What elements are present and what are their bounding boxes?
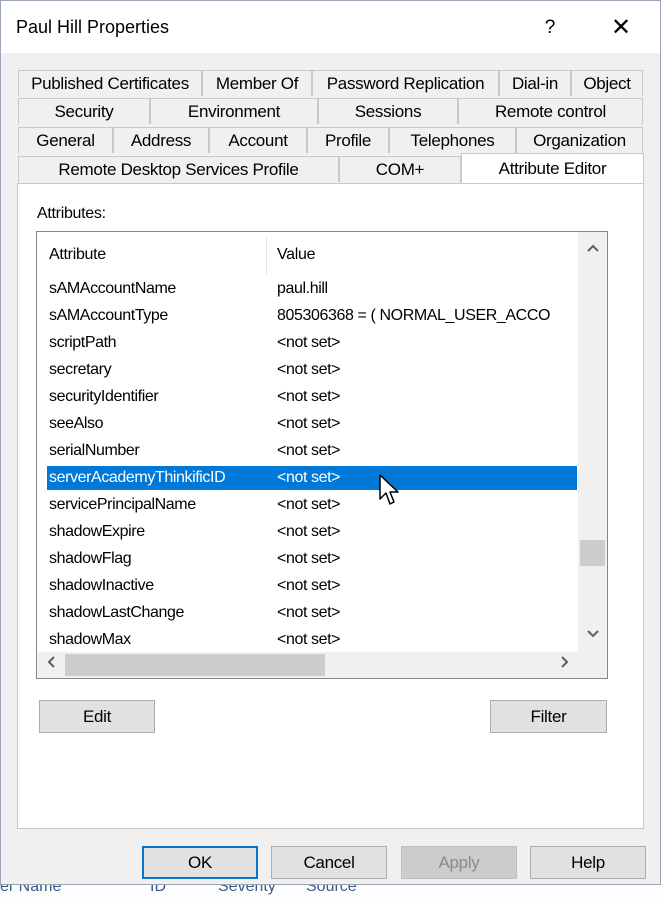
- ok-button[interactable]: OK: [142, 846, 258, 879]
- attribute-row-selected[interactable]: serverAcademyThinkificID <not set>: [47, 466, 577, 490]
- attribute-name: securityIdentifier: [49, 388, 159, 405]
- attribute-row[interactable]: serialNumber <not set>: [47, 439, 577, 463]
- tab-object[interactable]: Object: [571, 70, 643, 96]
- attribute-name: shadowFlag: [49, 550, 132, 567]
- close-icon[interactable]: ✕: [601, 11, 641, 45]
- tab-sessions[interactable]: Sessions: [318, 98, 458, 124]
- attribute-name: sAMAccountName: [49, 280, 176, 297]
- attribute-row[interactable]: shadowInactive <not set>: [47, 574, 577, 598]
- tab-password-replication[interactable]: Password Replication: [312, 70, 499, 96]
- attribute-name: serverAcademyThinkificID: [49, 469, 226, 486]
- attributes-label: Attributes:: [37, 205, 106, 222]
- horizontal-scrollbar[interactable]: [37, 652, 607, 678]
- tab-organization[interactable]: Organization: [516, 127, 643, 153]
- apply-button[interactable]: Apply: [401, 846, 517, 879]
- attribute-name: shadowInactive: [49, 577, 154, 594]
- attribute-value: paul.hill: [277, 280, 328, 297]
- attribute-name: seeAlso: [49, 415, 104, 432]
- attribute-value: <not set>: [277, 388, 341, 405]
- attribute-name: servicePrincipalName: [49, 496, 196, 513]
- tab-address[interactable]: Address: [113, 127, 209, 153]
- attribute-row[interactable]: scriptPath <not set>: [47, 331, 577, 355]
- attribute-value: <not set>: [277, 496, 341, 513]
- edit-button[interactable]: Edit: [39, 700, 155, 733]
- attribute-value: <not set>: [277, 469, 341, 486]
- horizontal-scroll-thumb[interactable]: [65, 654, 325, 676]
- attribute-name: shadowLastChange: [49, 604, 185, 621]
- attribute-value: <not set>: [277, 415, 341, 432]
- attribute-row[interactable]: servicePrincipalName <not set>: [47, 493, 577, 517]
- chevron-left-icon[interactable]: [41, 655, 61, 675]
- tab-remote-control[interactable]: Remote control: [458, 98, 643, 124]
- attribute-row[interactable]: seeAlso <not set>: [47, 412, 577, 436]
- attribute-row[interactable]: shadowExpire <not set>: [47, 520, 577, 544]
- help-icon[interactable]: ?: [533, 11, 567, 45]
- attribute-row[interactable]: sAMAccountType 805306368 = ( NORMAL_USER…: [47, 304, 577, 328]
- attribute-name: sAMAccountType: [49, 307, 168, 324]
- tab-remote-desktop-services-profile[interactable]: Remote Desktop Services Profile: [18, 156, 339, 182]
- chevron-up-icon[interactable]: [578, 240, 607, 260]
- tab-environment[interactable]: Environment: [150, 98, 318, 124]
- list-header: Attribute Value: [37, 232, 577, 276]
- tab-security[interactable]: Security: [18, 98, 150, 124]
- attribute-row[interactable]: securityIdentifier <not set>: [47, 385, 577, 409]
- tab-member-of[interactable]: Member Of: [202, 70, 312, 96]
- chevron-right-icon[interactable]: [555, 655, 575, 675]
- tab-com-plus[interactable]: COM+: [339, 156, 461, 182]
- tab-profile[interactable]: Profile: [307, 127, 389, 153]
- attribute-row[interactable]: shadowLastChange <not set>: [47, 601, 577, 625]
- attribute-name: shadowMax: [49, 631, 131, 648]
- tab-account[interactable]: Account: [209, 127, 307, 153]
- attribute-value: <not set>: [277, 631, 341, 648]
- attribute-name: scriptPath: [49, 334, 117, 351]
- tab-published-certificates[interactable]: Published Certificates: [18, 70, 202, 96]
- attribute-value: <not set>: [277, 442, 341, 459]
- column-divider[interactable]: [266, 238, 267, 274]
- attribute-value: <not set>: [277, 604, 341, 621]
- attribute-value: <not set>: [277, 334, 341, 351]
- attribute-value: <not set>: [277, 361, 341, 378]
- mouse-cursor-icon: [379, 474, 399, 505]
- dialog-title: Paul Hill Properties: [16, 17, 170, 37]
- help-button[interactable]: Help: [530, 846, 646, 879]
- chevron-down-icon[interactable]: [578, 626, 607, 646]
- attribute-row[interactable]: shadowFlag <not set>: [47, 547, 577, 571]
- title-bar: Paul Hill Properties ? ✕: [1, 1, 660, 53]
- attribute-name: serialNumber: [49, 442, 140, 459]
- tab-attribute-editor[interactable]: Attribute Editor: [461, 153, 644, 183]
- tab-general[interactable]: General: [18, 127, 113, 153]
- properties-dialog: Paul Hill Properties ? ✕ Published Certi…: [0, 0, 661, 885]
- attribute-row[interactable]: secretary <not set>: [47, 358, 577, 382]
- cancel-button[interactable]: Cancel: [271, 846, 387, 879]
- attribute-row[interactable]: sAMAccountName paul.hill: [47, 277, 577, 301]
- filter-button[interactable]: Filter: [490, 700, 607, 733]
- vertical-scrollbar[interactable]: [578, 232, 607, 652]
- scrollbar-corner: [578, 652, 607, 678]
- attribute-name: secretary: [49, 361, 112, 378]
- attribute-value: <not set>: [277, 550, 341, 567]
- column-header-value[interactable]: Value: [277, 246, 316, 264]
- attribute-row[interactable]: shadowMax <not set>: [47, 628, 577, 652]
- tab-dial-in[interactable]: Dial-in: [499, 70, 571, 96]
- tab-telephones[interactable]: Telephones: [389, 127, 516, 153]
- attribute-value: <not set>: [277, 577, 341, 594]
- attribute-value: 805306368 = ( NORMAL_USER_ACCO: [277, 307, 551, 324]
- attribute-value: <not set>: [277, 523, 341, 540]
- column-header-attribute[interactable]: Attribute: [49, 246, 106, 264]
- vertical-scroll-thumb[interactable]: [580, 540, 605, 566]
- attributes-list[interactable]: Attribute Value sAMAccountName paul.hill…: [36, 231, 608, 679]
- attribute-name: shadowExpire: [49, 523, 145, 540]
